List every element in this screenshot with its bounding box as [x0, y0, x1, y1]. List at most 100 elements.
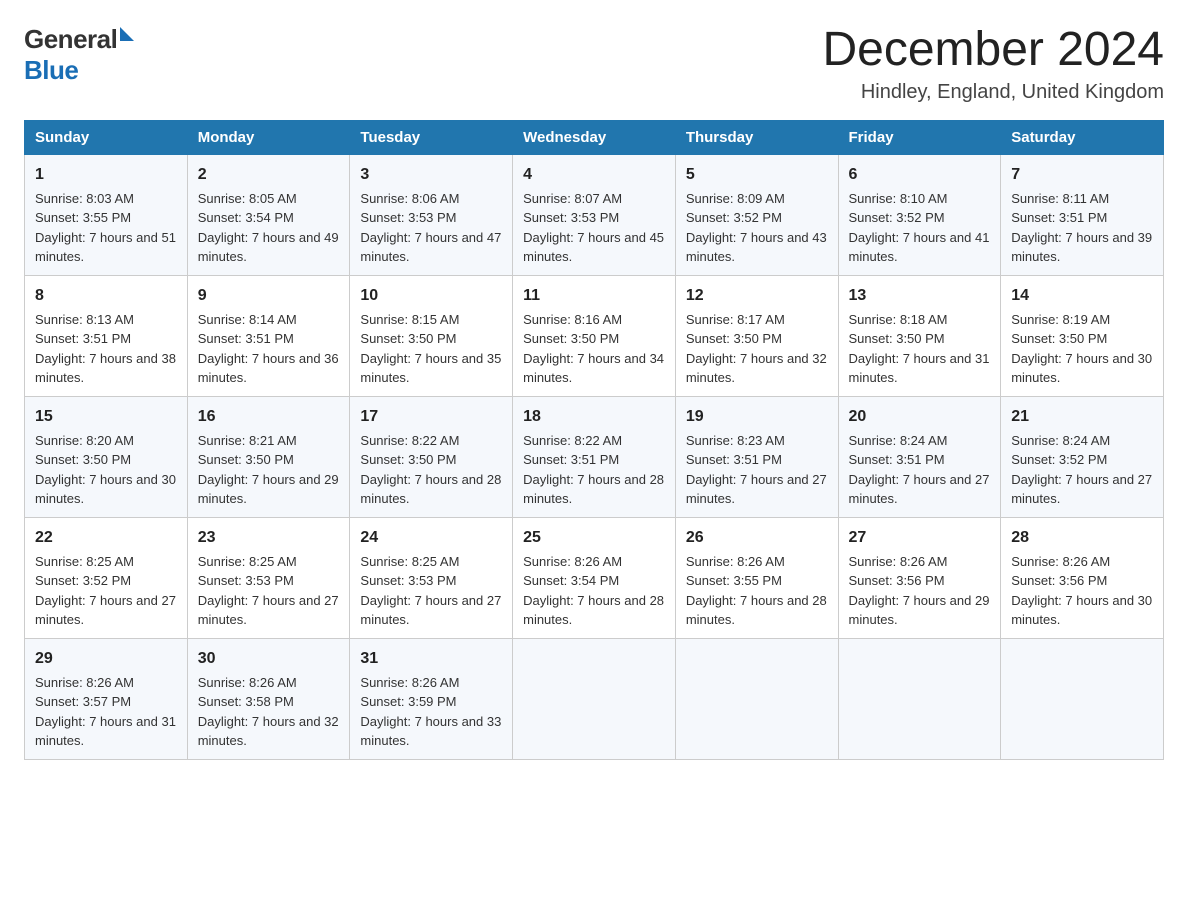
day-number: 15 — [35, 405, 177, 429]
day-number: 9 — [198, 284, 340, 308]
day-number: 13 — [849, 284, 991, 308]
calendar-cell: 22 Sunrise: 8:25 AMSunset: 3:52 PMDaylig… — [25, 517, 188, 638]
day-info: Sunrise: 8:24 AMSunset: 3:52 PMDaylight:… — [1011, 433, 1152, 507]
day-info: Sunrise: 8:20 AMSunset: 3:50 PMDaylight:… — [35, 433, 176, 507]
day-info: Sunrise: 8:24 AMSunset: 3:51 PMDaylight:… — [849, 433, 990, 507]
day-info: Sunrise: 8:06 AMSunset: 3:53 PMDaylight:… — [360, 191, 501, 265]
calendar-week-row: 8 Sunrise: 8:13 AMSunset: 3:51 PMDayligh… — [25, 275, 1164, 396]
title-block: December 2024 Hindley, England, United K… — [822, 24, 1164, 104]
calendar-cell: 8 Sunrise: 8:13 AMSunset: 3:51 PMDayligh… — [25, 275, 188, 396]
day-number: 26 — [686, 526, 828, 550]
calendar-cell: 15 Sunrise: 8:20 AMSunset: 3:50 PMDaylig… — [25, 396, 188, 517]
day-info: Sunrise: 8:14 AMSunset: 3:51 PMDaylight:… — [198, 312, 339, 386]
calendar-cell: 18 Sunrise: 8:22 AMSunset: 3:51 PMDaylig… — [513, 396, 676, 517]
day-number: 27 — [849, 526, 991, 550]
day-number: 18 — [523, 405, 665, 429]
day-number: 5 — [686, 163, 828, 187]
calendar-header-saturday: Saturday — [1001, 120, 1164, 154]
calendar-cell — [675, 638, 838, 759]
day-number: 10 — [360, 284, 502, 308]
day-number: 29 — [35, 647, 177, 671]
calendar-cell — [838, 638, 1001, 759]
day-info: Sunrise: 8:15 AMSunset: 3:50 PMDaylight:… — [360, 312, 501, 386]
calendar-cell: 14 Sunrise: 8:19 AMSunset: 3:50 PMDaylig… — [1001, 275, 1164, 396]
day-number: 12 — [686, 284, 828, 308]
day-info: Sunrise: 8:16 AMSunset: 3:50 PMDaylight:… — [523, 312, 664, 386]
day-number: 16 — [198, 405, 340, 429]
day-info: Sunrise: 8:19 AMSunset: 3:50 PMDaylight:… — [1011, 312, 1152, 386]
calendar-cell: 13 Sunrise: 8:18 AMSunset: 3:50 PMDaylig… — [838, 275, 1001, 396]
calendar-cell: 25 Sunrise: 8:26 AMSunset: 3:54 PMDaylig… — [513, 517, 676, 638]
calendar-cell: 28 Sunrise: 8:26 AMSunset: 3:56 PMDaylig… — [1001, 517, 1164, 638]
calendar-cell: 24 Sunrise: 8:25 AMSunset: 3:53 PMDaylig… — [350, 517, 513, 638]
day-info: Sunrise: 8:22 AMSunset: 3:50 PMDaylight:… — [360, 433, 501, 507]
calendar-header-row: SundayMondayTuesdayWednesdayThursdayFrid… — [25, 120, 1164, 154]
calendar-cell: 7 Sunrise: 8:11 AMSunset: 3:51 PMDayligh… — [1001, 154, 1164, 275]
calendar-cell: 19 Sunrise: 8:23 AMSunset: 3:51 PMDaylig… — [675, 396, 838, 517]
day-number: 2 — [198, 163, 340, 187]
day-number: 22 — [35, 526, 177, 550]
day-info: Sunrise: 8:11 AMSunset: 3:51 PMDaylight:… — [1011, 191, 1152, 265]
day-info: Sunrise: 8:25 AMSunset: 3:53 PMDaylight:… — [360, 554, 501, 628]
day-info: Sunrise: 8:25 AMSunset: 3:53 PMDaylight:… — [198, 554, 339, 628]
day-number: 19 — [686, 405, 828, 429]
calendar-cell: 2 Sunrise: 8:05 AMSunset: 3:54 PMDayligh… — [187, 154, 350, 275]
calendar-cell: 27 Sunrise: 8:26 AMSunset: 3:56 PMDaylig… — [838, 517, 1001, 638]
day-number: 3 — [360, 163, 502, 187]
day-info: Sunrise: 8:13 AMSunset: 3:51 PMDaylight:… — [35, 312, 176, 386]
calendar-header-thursday: Thursday — [675, 120, 838, 154]
day-info: Sunrise: 8:05 AMSunset: 3:54 PMDaylight:… — [198, 191, 339, 265]
day-number: 31 — [360, 647, 502, 671]
calendar-cell: 9 Sunrise: 8:14 AMSunset: 3:51 PMDayligh… — [187, 275, 350, 396]
calendar-cell: 29 Sunrise: 8:26 AMSunset: 3:57 PMDaylig… — [25, 638, 188, 759]
day-info: Sunrise: 8:26 AMSunset: 3:59 PMDaylight:… — [360, 675, 501, 749]
day-number: 30 — [198, 647, 340, 671]
month-title: December 2024 — [822, 24, 1164, 77]
calendar-cell: 21 Sunrise: 8:24 AMSunset: 3:52 PMDaylig… — [1001, 396, 1164, 517]
logo-blue: Blue — [24, 55, 78, 85]
calendar-cell: 1 Sunrise: 8:03 AMSunset: 3:55 PMDayligh… — [25, 154, 188, 275]
day-number: 14 — [1011, 284, 1153, 308]
day-info: Sunrise: 8:26 AMSunset: 3:56 PMDaylight:… — [1011, 554, 1152, 628]
day-info: Sunrise: 8:17 AMSunset: 3:50 PMDaylight:… — [686, 312, 827, 386]
calendar-cell — [513, 638, 676, 759]
calendar-cell: 16 Sunrise: 8:21 AMSunset: 3:50 PMDaylig… — [187, 396, 350, 517]
logo: General Blue — [24, 24, 134, 86]
calendar-cell: 31 Sunrise: 8:26 AMSunset: 3:59 PMDaylig… — [350, 638, 513, 759]
day-number: 11 — [523, 284, 665, 308]
day-number: 20 — [849, 405, 991, 429]
day-info: Sunrise: 8:21 AMSunset: 3:50 PMDaylight:… — [198, 433, 339, 507]
day-info: Sunrise: 8:25 AMSunset: 3:52 PMDaylight:… — [35, 554, 176, 628]
day-number: 24 — [360, 526, 502, 550]
day-info: Sunrise: 8:10 AMSunset: 3:52 PMDaylight:… — [849, 191, 990, 265]
day-info: Sunrise: 8:18 AMSunset: 3:50 PMDaylight:… — [849, 312, 990, 386]
day-number: 25 — [523, 526, 665, 550]
calendar-cell: 10 Sunrise: 8:15 AMSunset: 3:50 PMDaylig… — [350, 275, 513, 396]
day-number: 4 — [523, 163, 665, 187]
day-info: Sunrise: 8:03 AMSunset: 3:55 PMDaylight:… — [35, 191, 176, 265]
calendar-cell: 20 Sunrise: 8:24 AMSunset: 3:51 PMDaylig… — [838, 396, 1001, 517]
day-number: 28 — [1011, 526, 1153, 550]
calendar-week-row: 1 Sunrise: 8:03 AMSunset: 3:55 PMDayligh… — [25, 154, 1164, 275]
calendar-cell — [1001, 638, 1164, 759]
day-number: 23 — [198, 526, 340, 550]
calendar-header-monday: Monday — [187, 120, 350, 154]
calendar-cell: 12 Sunrise: 8:17 AMSunset: 3:50 PMDaylig… — [675, 275, 838, 396]
calendar-cell: 3 Sunrise: 8:06 AMSunset: 3:53 PMDayligh… — [350, 154, 513, 275]
day-info: Sunrise: 8:23 AMSunset: 3:51 PMDaylight:… — [686, 433, 827, 507]
logo-arrow-icon — [120, 27, 134, 41]
calendar-header-friday: Friday — [838, 120, 1001, 154]
calendar-cell: 26 Sunrise: 8:26 AMSunset: 3:55 PMDaylig… — [675, 517, 838, 638]
day-info: Sunrise: 8:09 AMSunset: 3:52 PMDaylight:… — [686, 191, 827, 265]
day-info: Sunrise: 8:07 AMSunset: 3:53 PMDaylight:… — [523, 191, 664, 265]
calendar-header-wednesday: Wednesday — [513, 120, 676, 154]
calendar-cell: 30 Sunrise: 8:26 AMSunset: 3:58 PMDaylig… — [187, 638, 350, 759]
day-info: Sunrise: 8:22 AMSunset: 3:51 PMDaylight:… — [523, 433, 664, 507]
day-number: 6 — [849, 163, 991, 187]
calendar-table: SundayMondayTuesdayWednesdayThursdayFrid… — [24, 120, 1164, 760]
day-info: Sunrise: 8:26 AMSunset: 3:58 PMDaylight:… — [198, 675, 339, 749]
day-info: Sunrise: 8:26 AMSunset: 3:55 PMDaylight:… — [686, 554, 827, 628]
day-number: 1 — [35, 163, 177, 187]
logo-general: General — [24, 24, 117, 55]
calendar-cell: 4 Sunrise: 8:07 AMSunset: 3:53 PMDayligh… — [513, 154, 676, 275]
